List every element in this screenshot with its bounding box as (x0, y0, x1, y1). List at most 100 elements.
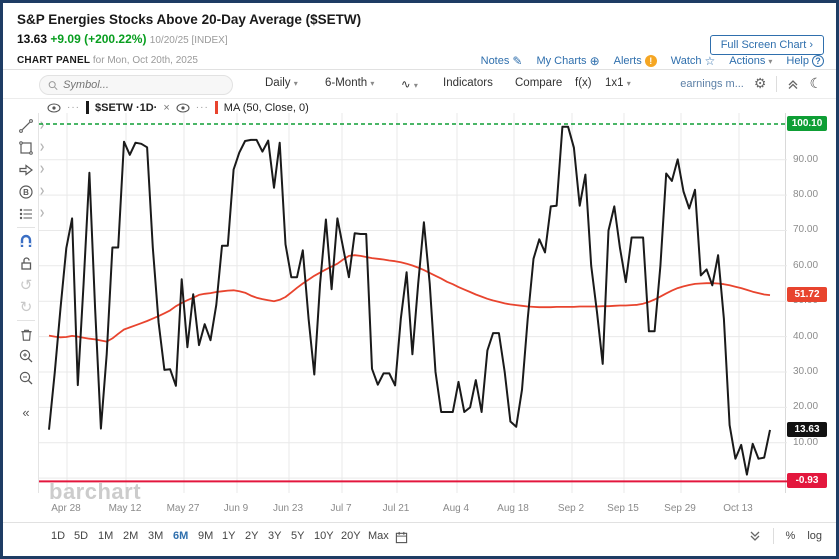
plus-circle-icon: ⊕ (589, 54, 600, 68)
series1-label[interactable]: $SETW ·1D· (95, 102, 157, 114)
zoom-in-tool[interactable] (13, 345, 39, 367)
earnings-toggle[interactable]: earnings m... (680, 78, 744, 90)
y-tick-label: 90.00 (793, 153, 819, 165)
svg-text:B: B (23, 188, 29, 197)
series2-menu-icon[interactable]: ··· (196, 102, 209, 113)
arrow-tool[interactable]: ❯ (13, 159, 45, 181)
chart-panel-window: S&P Energies Stocks Above 20-Day Average… (0, 0, 839, 559)
eye-icon[interactable] (47, 102, 61, 113)
symbol-search[interactable] (39, 75, 233, 95)
x-axis[interactable]: Apr 28 May 12 May 27 Jun 9 Jun 23 Jul 7 Jul 21… (38, 503, 786, 517)
chart-legend: ··· $SETW ·1D· × ··· MA (50, Close, 0) (47, 101, 309, 114)
actions-link[interactable]: Actions ▾ (729, 55, 772, 67)
remove-series-icon[interactable]: × (163, 102, 169, 114)
period-5y[interactable]: 5Y (291, 530, 304, 542)
price-change: +9.09 (+200.22%) (50, 32, 147, 46)
tools-divider (17, 227, 35, 228)
scale-divider (772, 528, 774, 544)
wave-icon: ∿ (401, 79, 411, 91)
period-max[interactable]: Max (368, 530, 389, 542)
y-tick-label: 80.00 (793, 189, 819, 201)
period-3y[interactable]: 3Y (268, 530, 281, 542)
range-menu[interactable]: 6-Month ▾ (325, 77, 374, 89)
alert-icon: ! (644, 55, 657, 67)
x-tick-label: May 27 (166, 503, 200, 514)
series-menu-icon[interactable]: ··· (67, 102, 80, 113)
period-2m[interactable]: 2M (123, 530, 138, 542)
collapse-sidebar-icon[interactable]: « (22, 405, 29, 420)
chart-plot-area[interactable]: barchart (38, 113, 787, 504)
x-tick-label: Sep 2 (557, 503, 585, 514)
period-menu[interactable]: Daily ▾ (265, 77, 298, 89)
watch-link[interactable]: Watch ☆ (671, 54, 716, 68)
panel-label: CHART PANEL (17, 55, 91, 66)
shape-tool[interactable]: ❯ (13, 137, 45, 159)
period-9m[interactable]: 9M (198, 530, 213, 542)
undo-icon[interactable]: ↺ (13, 274, 39, 296)
series2-label[interactable]: MA (50, Close, 0) (224, 102, 309, 114)
indicators-menu[interactable]: Indicators (443, 77, 493, 89)
header-links: Notes ✎ My Charts ⊕ Alerts! Watch ☆ Actions… (481, 54, 824, 68)
price-badge: 100.10 (787, 115, 827, 131)
lock-tool[interactable] (13, 252, 39, 274)
my-charts-link[interactable]: My Charts ⊕ (536, 54, 599, 68)
eye-icon-2[interactable] (176, 102, 190, 113)
period-10y[interactable]: 10Y (314, 530, 334, 542)
star-icon: ☆ (704, 54, 716, 68)
toolbar-divider (776, 75, 778, 92)
period-1d[interactable]: 1D (51, 530, 65, 542)
period-6m[interactable]: 6M (173, 530, 188, 542)
zoom-out-tool[interactable] (13, 367, 39, 389)
gear-icon[interactable]: ⚙ (754, 75, 767, 92)
collapse-down-icon[interactable] (749, 530, 761, 542)
x-tick-label: Jun 23 (272, 503, 304, 514)
notes-link[interactable]: Notes ✎ (481, 54, 523, 68)
y-tick-label: 10.00 (793, 436, 819, 448)
y-tick-label: 20.00 (793, 401, 819, 413)
period-3m[interactable]: 3M (148, 530, 163, 542)
fullscreen-chart-button[interactable]: Full Screen Chart › (709, 35, 824, 55)
scale-controls: % log (749, 528, 822, 544)
annotation-tool[interactable]: B ❯ (13, 181, 45, 203)
help-link[interactable]: Help? (786, 55, 824, 67)
price-badge: -0.93 (787, 473, 827, 489)
search-icon (48, 80, 58, 90)
redo-icon[interactable]: ↻ (13, 296, 39, 318)
percent-scale-toggle[interactable]: % (786, 530, 796, 542)
quote-date: 10/20/25 [INDEX] (149, 35, 228, 46)
x-tick-label: Oct 13 (723, 503, 753, 514)
series1-color-bar (86, 101, 89, 114)
period-2y[interactable]: 2Y (245, 530, 258, 542)
delete-drawings-tool[interactable] (13, 323, 39, 345)
panel-row: CHART PANEL for Mon, Oct 20th, 2025 (17, 55, 198, 66)
period-20y[interactable]: 20Y (341, 530, 361, 542)
x-tick-label: Sep 29 (664, 503, 696, 514)
panel-date: for Mon, Oct 20th, 2025 (92, 55, 198, 66)
x-tick-label: Jun 9 (223, 503, 249, 514)
bottom-toolbar: 1D 5D 1M 2M 3M 6M 9M 1Y 2Y 3Y 5Y 10Y 20Y… (3, 522, 836, 556)
price-chart[interactable] (39, 113, 787, 493)
dark-mode-moon-icon[interactable]: ☾ (809, 75, 822, 92)
help-icon: ? (812, 55, 824, 67)
compare-menu[interactable]: Compare (515, 77, 562, 89)
grid-layout-menu[interactable]: 1x1 ▾ (605, 77, 631, 89)
alerts-link[interactable]: Alerts! (614, 55, 657, 67)
caret-down-icon: ▾ (768, 56, 773, 66)
fx-menu[interactable]: f(x) (575, 77, 592, 89)
collapse-up-icon[interactable] (787, 78, 799, 90)
y-axis[interactable]: 90.0080.0070.0060.0050.0040.0030.0020.00… (787, 113, 836, 493)
pencil-icon: ✎ (512, 54, 523, 68)
chart-type-menu[interactable]: ∿ ▾ (401, 77, 418, 91)
period-1y[interactable]: 1Y (222, 530, 235, 542)
tools-divider-2 (17, 320, 35, 321)
period-1m[interactable]: 1M (98, 530, 113, 542)
x-tick-label: Aug 18 (497, 503, 529, 514)
symbol-input[interactable] (63, 79, 224, 91)
period-5d[interactable]: 5D (74, 530, 88, 542)
calendar-icon[interactable] (395, 531, 408, 544)
trendline-tool[interactable]: ❯ (13, 115, 45, 137)
quote-row: 13.63 +9.09 (+200.22%) 10/20/25 [INDEX] (17, 32, 228, 46)
log-scale-toggle[interactable]: log (807, 530, 822, 542)
magnet-tool[interactable] (13, 230, 39, 252)
measure-tool[interactable]: ❯ (13, 203, 45, 225)
